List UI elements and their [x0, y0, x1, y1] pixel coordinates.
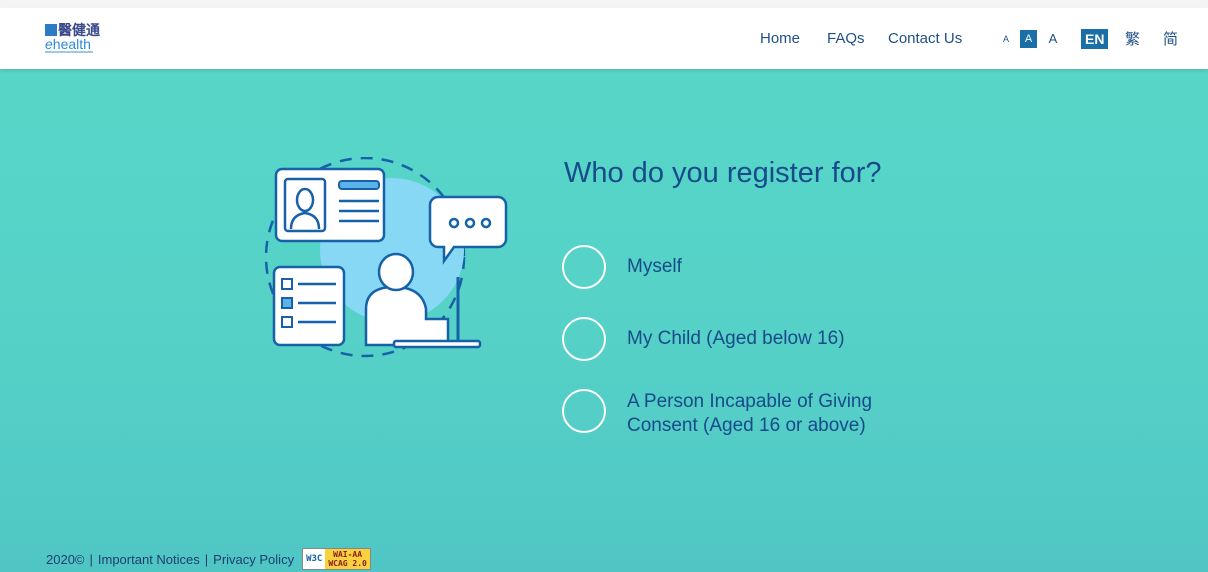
id-card-highlight-line — [338, 180, 380, 190]
ehealth-logo[interactable]: 醫健通 ehealth — [45, 22, 115, 58]
language-english-label: EN — [1081, 28, 1109, 49]
page-title: Who do you register for? — [564, 157, 882, 189]
logo-en-label: health — [52, 36, 91, 52]
font-size-medium-label: A — [1019, 29, 1038, 48]
id-card-head — [295, 187, 315, 213]
font-size-small-button[interactable]: A — [1000, 8, 1012, 69]
nav-contact-us[interactable]: Contact Us — [888, 8, 962, 69]
option-person-incapable[interactable]: A Person Incapable of Giving Consent (Ag… — [562, 389, 922, 441]
logo-english-text: ehealth — [45, 37, 91, 51]
font-size-large-button[interactable]: A — [1043, 8, 1063, 69]
nav-faqs-link[interactable]: FAQs — [827, 30, 865, 47]
language-simplified-chinese-button[interactable]: 简 — [1163, 8, 1178, 69]
language-traditional-chinese-label: 繁 — [1125, 31, 1141, 48]
nav-faqs[interactable]: FAQs — [827, 8, 865, 69]
language-traditional-chinese-button[interactable]: 繁 — [1125, 8, 1140, 69]
copyright-year: 2020© — [46, 551, 85, 567]
nav-home[interactable]: Home — [760, 8, 800, 69]
wai-aa-label: WAI-AA — [333, 550, 363, 559]
logo-subline — [45, 51, 93, 53]
option-myself-label[interactable]: Myself — [627, 255, 682, 279]
wcag-version-label: WCAG 2.0 — [328, 559, 367, 568]
language-english-button[interactable]: EN — [1081, 8, 1109, 69]
footer: 2020© | Important Notices | Privacy Poli… — [46, 547, 371, 571]
registration-illustration — [264, 157, 508, 358]
checkbox-1 — [281, 278, 293, 290]
option-my-child-label[interactable]: My Child (Aged below 16) — [627, 327, 845, 351]
option-myself-radio[interactable] — [562, 245, 606, 289]
w3c-logo: W3C — [303, 549, 326, 569]
wcag-label: WAI-AA WCAG 2.0 — [325, 549, 370, 569]
nav-home-link[interactable]: Home — [760, 30, 800, 47]
option-person-incapable-label[interactable]: A Person Incapable of Giving Consent (Ag… — [627, 390, 917, 438]
font-size-small-label: A — [1002, 33, 1009, 44]
option-my-child[interactable]: My Child (Aged below 16) — [562, 317, 882, 365]
main-content: Who do you register for? Myself My Child… — [0, 69, 1208, 572]
option-my-child-radio[interactable] — [562, 317, 606, 361]
checkbox-2 — [281, 297, 293, 309]
font-size-medium-button[interactable]: A — [1019, 8, 1038, 69]
footer-separator-1: | — [89, 551, 93, 567]
important-notices-link[interactable]: Important Notices — [98, 552, 200, 567]
privacy-policy-link[interactable]: Privacy Policy — [213, 552, 294, 567]
option-person-incapable-radio[interactable] — [562, 389, 606, 433]
language-simplified-chinese-label: 简 — [1163, 31, 1179, 48]
footer-separator-2: | — [204, 551, 209, 567]
desk — [392, 339, 482, 349]
wcag-badge[interactable]: W3C WAI-AA WCAG 2.0 — [302, 548, 371, 570]
font-size-large-label: A — [1048, 31, 1058, 46]
logo-e-prefix: e — [45, 36, 53, 52]
top-navigation-bar: 醫健通 ehealth Home FAQs Contact Us A A A E… — [0, 8, 1208, 69]
person-head — [377, 252, 415, 292]
logo-mark-icon — [45, 24, 57, 36]
nav-contact-us-link[interactable]: Contact Us — [888, 30, 962, 47]
option-myself[interactable]: Myself — [562, 245, 862, 293]
checkbox-3 — [281, 316, 293, 328]
